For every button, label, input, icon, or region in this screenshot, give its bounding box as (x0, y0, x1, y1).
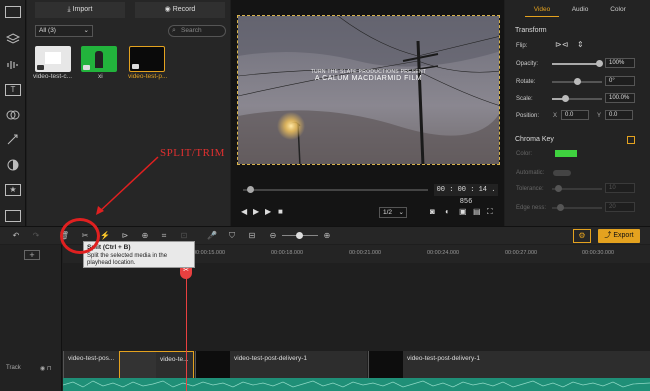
annotation-arrow (96, 156, 159, 215)
video-editor-app: T ★ ⤓ Import ◉ Record All (3) ⌄ ⌕ Search … (0, 0, 650, 391)
annotation-circle (60, 218, 100, 254)
